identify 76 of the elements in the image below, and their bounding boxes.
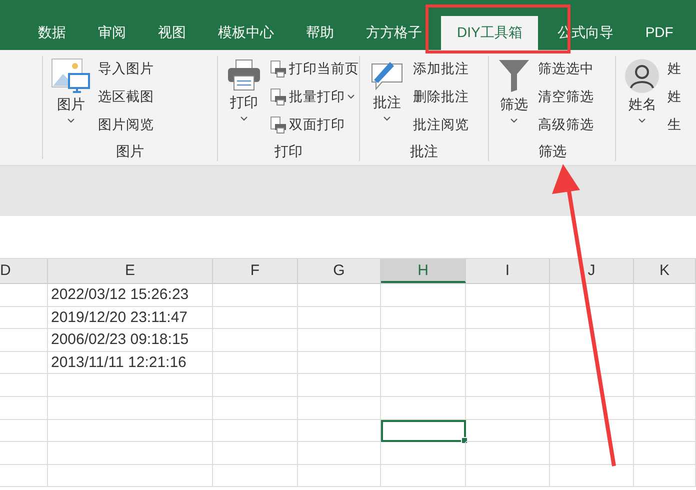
table-cell: 2006/02/23 09:18:15: [48, 329, 213, 352]
table-cell: [634, 352, 696, 374]
printer-icon: [268, 60, 287, 78]
table-cell: [0, 284, 48, 307]
caret-icon: [638, 118, 646, 123]
table-cell: [0, 374, 48, 397]
ribbon-button[interactable]: 批注: [366, 56, 408, 132]
group-label: 筛选: [537, 143, 568, 161]
table-cell: [634, 284, 696, 307]
ribbon-button[interactable]: 姓名: [622, 56, 662, 132]
ribbon-item[interactable]: 导入图片: [96, 56, 156, 81]
ribbon-button[interactable]: 图片: [48, 56, 93, 132]
ribbon-item[interactable]: 高级筛选: [536, 112, 596, 137]
ribbon-item[interactable]: 批注阅览: [410, 112, 471, 137]
table-cell: [634, 306, 696, 330]
printer-icon: [268, 116, 287, 134]
ribbon-tab[interactable]: 审阅: [85, 16, 139, 50]
ribbon-item[interactable]: 批量打印: [266, 84, 361, 109]
ribbon-item[interactable]: 姓: [665, 84, 684, 109]
table-cell: [634, 464, 696, 488]
table-cell: [634, 374, 696, 397]
table-cell: 2022/03/12 15:26:23: [48, 284, 213, 307]
table-cell: [0, 442, 48, 465]
table-cell: [0, 396, 48, 420]
ribbon-item[interactable]: 删除批注: [410, 84, 471, 109]
caret-icon: [382, 116, 391, 121]
group-label: 图片: [114, 143, 145, 161]
ribbon-item[interactable]: 打印当前页: [266, 56, 361, 81]
active-cell[interactable]: [381, 420, 466, 442]
filter-icon: [497, 58, 532, 94]
ribbon-item[interactable]: 双面打印: [266, 112, 361, 137]
printer-icon: [226, 58, 262, 92]
table-cell: [634, 396, 696, 420]
column-header[interactable]: E: [48, 259, 213, 283]
table-cell: [634, 442, 696, 465]
table-cell: [0, 352, 48, 374]
fill-handle[interactable]: [461, 437, 468, 444]
ribbon-item[interactable]: 筛选选中: [536, 56, 596, 81]
group-label: 打印: [273, 143, 304, 161]
column-header[interactable]: H: [381, 259, 466, 283]
ribbon-button[interactable]: 打印: [224, 56, 264, 132]
table-cell: 2013/11/11 12:21:16: [48, 352, 213, 374]
ribbon-tab[interactable]: 帮助: [293, 16, 347, 50]
table-cell: [0, 420, 48, 442]
caret-icon: [240, 116, 248, 121]
table-cell: [0, 306, 48, 330]
ribbon-item[interactable]: 选区截图: [96, 84, 156, 109]
printer-icon: [268, 88, 287, 106]
picture-icon: [50, 58, 91, 94]
column-header[interactable]: J: [550, 259, 634, 283]
avatar-icon: [624, 58, 660, 94]
caret-icon: [346, 94, 355, 99]
column-header[interactable]: I: [466, 259, 550, 283]
ribbon-button[interactable]: 筛选: [495, 56, 534, 132]
caret-icon: [510, 118, 518, 123]
table-cell: [634, 420, 696, 442]
table-cell: [0, 464, 48, 488]
ribbon-tab[interactable]: 方方格子: [353, 16, 435, 50]
group-label: 批注: [408, 143, 439, 161]
ribbon-item[interactable]: 生: [665, 112, 684, 137]
table-cell: [0, 329, 48, 352]
ribbon-tab[interactable]: DIY工具箱: [441, 16, 538, 50]
ribbon-item[interactable]: 姓: [665, 56, 684, 81]
column-header[interactable]: F: [213, 259, 298, 283]
ribbon-tab[interactable]: 视图: [145, 16, 199, 50]
ribbon-tab[interactable]: PDF: [632, 16, 686, 50]
ribbon-item[interactable]: 清空筛选: [536, 84, 596, 109]
ribbon-item[interactable]: 图片阅览: [96, 112, 156, 137]
ribbon-item[interactable]: 添加批注: [410, 56, 471, 81]
ribbon-tab[interactable]: 数据: [25, 16, 79, 50]
column-header[interactable]: K: [634, 259, 696, 283]
ribbon-tab[interactable]: 模板中心: [205, 16, 287, 50]
table-cell: 2019/12/20 23:11:47: [48, 306, 213, 330]
caret-icon: [66, 118, 75, 123]
column-header[interactable]: D: [0, 259, 48, 283]
table-cell: [634, 329, 696, 352]
